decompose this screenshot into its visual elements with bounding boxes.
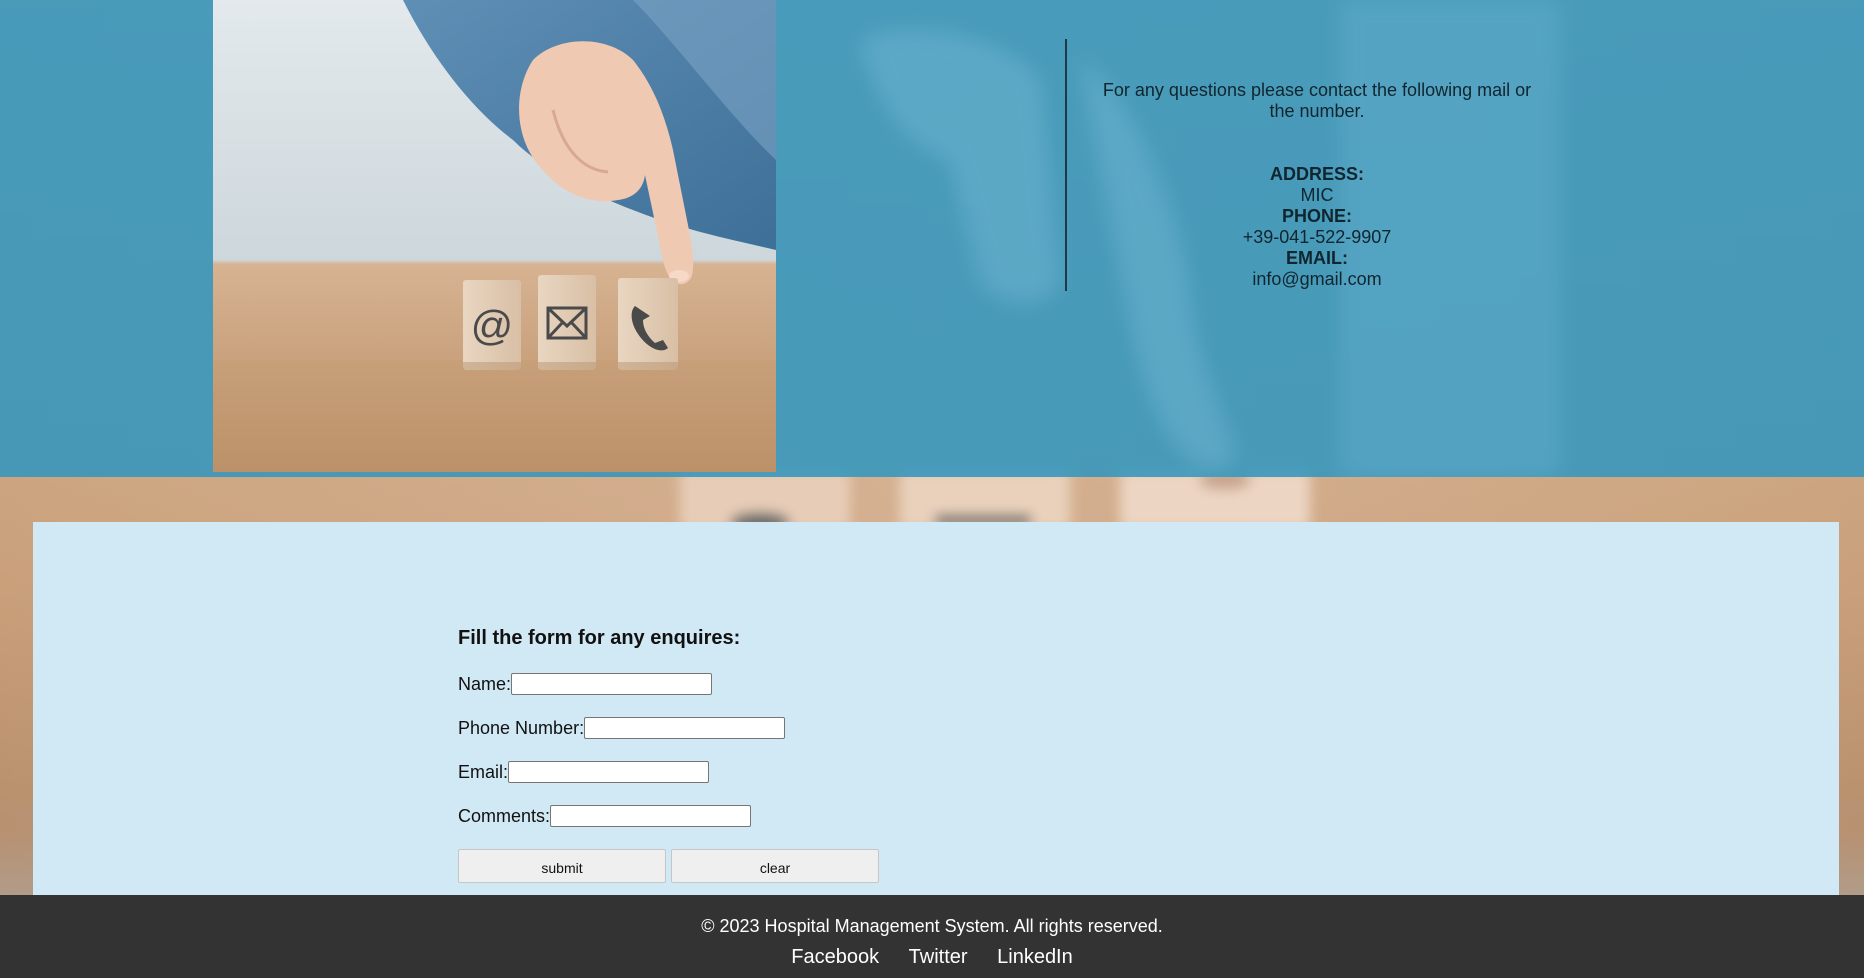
email-input[interactable]	[508, 761, 710, 783]
comments-row: Comments:	[458, 805, 879, 827]
footer: © 2023 Hospital Management System. All r…	[0, 895, 1864, 978]
contact-info: For any questions please contact the fol…	[1095, 80, 1539, 290]
linkedin-link[interactable]: LinkedIn	[997, 946, 1073, 968]
address-value: MIC	[1300, 185, 1334, 205]
enquiry-form-panel: Fill the form for any enquires: Name: Ph…	[33, 522, 1839, 896]
form-buttons: submit clear	[458, 849, 879, 883]
contact-divider	[1065, 39, 1067, 291]
svg-text:@: @	[471, 302, 514, 349]
email-value: info@gmail.com	[1252, 269, 1382, 289]
name-input[interactable]	[511, 673, 713, 695]
footer-social-links: Facebook Twitter LinkedIn	[0, 946, 1864, 969]
facebook-link[interactable]: Facebook	[791, 946, 879, 968]
contact-section: @ For any questions please contact the f…	[0, 0, 1864, 477]
email-row: Email:	[458, 761, 879, 783]
address-label: ADDRESS:	[1269, 164, 1364, 184]
phone-value: +39-041-522-9907	[1242, 227, 1392, 247]
phone-number-input[interactable]	[584, 717, 786, 739]
name-label: Name:	[458, 673, 512, 694]
comments-input[interactable]	[550, 805, 752, 827]
comments-label: Comments:	[458, 805, 551, 826]
phone-label: PHONE:	[1281, 206, 1352, 226]
contact-photo: @	[213, 0, 776, 472]
contact-intro-text: For any questions please contact the fol…	[1102, 80, 1532, 121]
enquiry-form: Fill the form for any enquires: Name: Ph…	[458, 627, 879, 883]
email-label: EMAIL:	[1286, 248, 1348, 268]
phone-number-label: Phone Number:	[458, 717, 585, 738]
phone-row: Phone Number:	[458, 717, 879, 739]
at-sign-icon: @	[471, 302, 514, 349]
clear-button[interactable]: clear	[671, 849, 879, 883]
name-row: Name:	[458, 673, 879, 695]
footer-copyright: © 2023 Hospital Management System. All r…	[701, 916, 1163, 936]
email-field-label: Email:	[458, 761, 509, 782]
submit-button[interactable]: submit	[458, 849, 666, 883]
twitter-link[interactable]: Twitter	[909, 946, 968, 968]
form-title: Fill the form for any enquires:	[458, 627, 741, 649]
